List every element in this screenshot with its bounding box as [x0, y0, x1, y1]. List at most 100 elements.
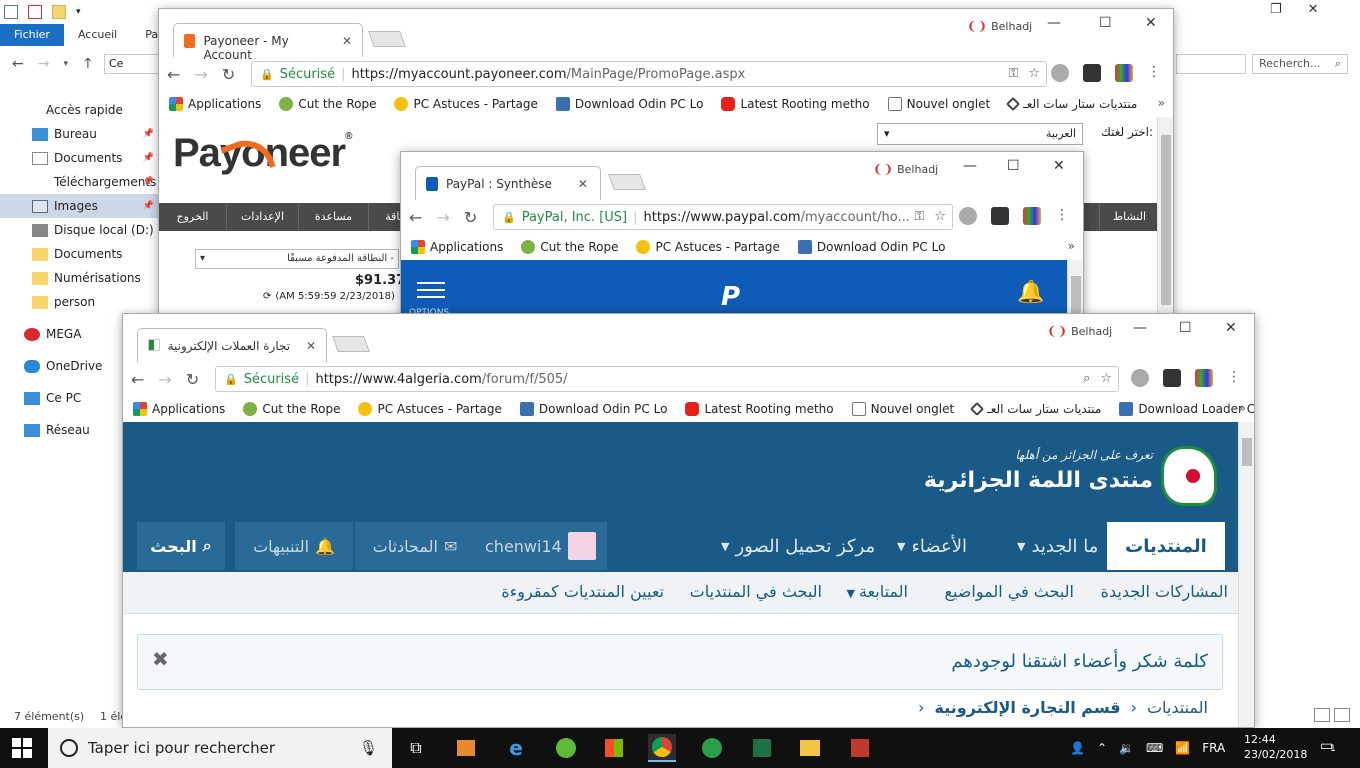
star-icon[interactable]: ☆: [1100, 371, 1112, 386]
paint-app-icon[interactable]: [846, 734, 874, 762]
bookmark-item[interactable]: PC Astuces - Partage: [636, 240, 780, 254]
tree-item[interactable]: Téléchargements 📌: [0, 170, 160, 194]
bookmark-item[interactable]: Applications: [133, 402, 225, 416]
key-icon[interactable]: ⚿: [914, 209, 924, 224]
up-icon[interactable]: ↑: [82, 56, 94, 72]
bookmark-item[interactable]: Latest Rooting metho: [685, 402, 834, 416]
tree-item[interactable]: Bureau 📌: [0, 122, 160, 146]
tree-item[interactable]: Documents 📌: [0, 146, 160, 170]
key-icon[interactable]: ⚿: [1008, 66, 1018, 81]
action-center-icon[interactable]: ▭ 1: [1320, 738, 1336, 754]
tree-item[interactable]: Numérisations: [0, 266, 160, 290]
minimize-icon[interactable]: —: [1133, 320, 1147, 336]
bookmark-item[interactable]: Nouvel onglet: [887, 97, 990, 111]
minimize-icon[interactable]: —: [1047, 15, 1061, 31]
keyboard-icon[interactable]: ⌨: [1146, 741, 1163, 755]
zoom-icon[interactable]: ⌕: [1083, 371, 1090, 386]
extension-screenshot-icon[interactable]: [991, 207, 1009, 225]
back-icon[interactable]: ←: [131, 370, 144, 389]
hamburger-menu-icon[interactable]: [417, 282, 445, 298]
tab-payoneer[interactable]: Payoneer - My Account ✕: [173, 23, 363, 62]
bookmark-item[interactable]: Download Odin PC Lo: [797, 240, 945, 254]
details-view-icon[interactable]: [1314, 708, 1330, 722]
menu-icon[interactable]: ⋮: [1147, 64, 1161, 82]
new-tab-button[interactable]: [368, 31, 406, 47]
task-view-icon[interactable]: ⧉: [402, 734, 430, 762]
extension-grid-icon[interactable]: [1195, 369, 1213, 387]
payoneer-menu-item[interactable]: الخروج: [159, 203, 227, 231]
bookmark-item[interactable]: منتديات ستار سات العـ: [1006, 96, 1137, 112]
star-icon[interactable]: ☆: [1028, 66, 1040, 81]
start-button[interactable]: [12, 738, 32, 758]
notice-text[interactable]: كلمة شكر وأعضاء اشتقنا لوجودهم: [951, 651, 1208, 672]
bookmark-item[interactable]: Cut the Rope: [521, 240, 618, 254]
nav-user-menu[interactable]: chenwi14: [475, 522, 607, 570]
address-dropdown[interactable]: [1176, 54, 1246, 74]
subnav-search-forums[interactable]: البحث في المنتديات: [690, 582, 822, 601]
show-hidden-icons-icon[interactable]: ⌃: [1097, 741, 1107, 755]
volume-icon[interactable]: 🔉: [1119, 741, 1134, 755]
extension-gem-icon[interactable]: [1131, 369, 1149, 387]
edge-app-icon[interactable]: e: [502, 734, 530, 762]
address-bar[interactable]: 🔒 Sécurisé | https://myaccount.payoneer.…: [251, 61, 1047, 87]
reload-icon[interactable]: ↻: [186, 370, 199, 389]
reload-icon[interactable]: ↻: [222, 65, 235, 84]
close-tab-icon[interactable]: ✕: [306, 339, 316, 362]
new-tab-button[interactable]: [332, 336, 370, 352]
customize-toolbar-icon[interactable]: ▾: [76, 7, 81, 17]
maximize-icon[interactable]: ☐: [1007, 158, 1020, 174]
bookmark-item[interactable]: Download Odin PC Lo: [519, 402, 667, 416]
star-icon[interactable]: ☆: [934, 209, 946, 224]
wifi-icon[interactable]: 📶: [1175, 741, 1190, 755]
profile-button[interactable]: ❨❩ Belhadj: [967, 19, 1032, 33]
maximize-icon[interactable]: ☐: [1099, 15, 1112, 31]
media-player-app-icon[interactable]: [452, 734, 480, 762]
large-icons-view-icon[interactable]: [1334, 708, 1350, 722]
payoneer-menu-item[interactable]: الإعدادات: [227, 203, 299, 231]
payoneer-menu-item[interactable]: مساعدة: [299, 203, 369, 231]
extension-gem-icon[interactable]: [1051, 64, 1069, 82]
file-explorer-app-icon[interactable]: [796, 734, 824, 762]
payoneer-scrollbar[interactable]: [1157, 117, 1173, 327]
dismiss-notice-icon[interactable]: ✖: [152, 647, 169, 671]
forward-icon[interactable]: →: [436, 208, 449, 227]
ribbon-tab-file[interactable]: Fichier: [0, 24, 64, 46]
tree-item[interactable]: Images 📌: [0, 194, 160, 218]
bookmark-item[interactable]: منتديات ستار سات العـ: [970, 401, 1101, 417]
clock[interactable]: 12:44 23/02/2018: [1244, 732, 1307, 762]
store-app-icon[interactable]: [600, 734, 628, 762]
close-icon[interactable]: ✕: [1053, 158, 1065, 174]
subnav-new-posts[interactable]: المشاركات الجديدة: [1101, 582, 1228, 601]
explorer-search-input[interactable]: Recherch... ⌕: [1252, 54, 1348, 74]
chrome-app-icon[interactable]: [648, 734, 676, 762]
profile-button[interactable]: ❨❩ Belhadj: [1047, 324, 1112, 338]
tree-item[interactable]: Documents: [0, 242, 160, 266]
explorer-address-bar[interactable]: Ce: [104, 54, 160, 74]
notifications-bell-icon[interactable]: 🔔: [1017, 280, 1044, 305]
card-select[interactable]: ▾ البطاقة المدفوعة مسبقًا -: [195, 249, 399, 269]
taskbar-search[interactable]: Taper ici pour rechercher 🎙: [48, 728, 392, 768]
tree-item[interactable]: Disque local (D:): [0, 218, 160, 242]
subnav-search-threads[interactable]: البحث في المواضيع: [944, 582, 1074, 601]
bookmark-item[interactable]: Cut the Rope: [243, 402, 340, 416]
nav-conversations[interactable]: المحادثات ✉: [355, 522, 475, 570]
close-icon[interactable]: ✕: [1225, 320, 1237, 336]
nav-search[interactable]: البحث ⌕: [137, 522, 225, 570]
extension-gem-icon[interactable]: [959, 207, 977, 225]
close-icon[interactable]: ✕: [1145, 15, 1157, 31]
payoneer-menu-item[interactable]: النشاط: [1099, 203, 1159, 231]
refresh-icon[interactable]: ⟳: [263, 291, 271, 302]
back-icon[interactable]: ←: [409, 208, 422, 227]
bookmark-item[interactable]: PC Astuces - Partage: [394, 97, 538, 111]
restore-icon[interactable]: ❐: [1270, 2, 1282, 17]
subnav-mark-read[interactable]: تعيين المنتديات كمقروءة: [501, 582, 664, 601]
utorrent-app-icon[interactable]: [552, 734, 580, 762]
minimize-icon[interactable]: —: [963, 158, 977, 174]
close-tab-icon[interactable]: ✕: [342, 34, 352, 57]
extension-grid-icon[interactable]: [1023, 207, 1041, 225]
bookmark-item[interactable]: Latest Rooting metho: [721, 97, 870, 111]
properties-icon[interactable]: [28, 5, 42, 19]
maximize-icon[interactable]: ☐: [1179, 320, 1192, 336]
nav-forums[interactable]: المنتديات: [1107, 522, 1225, 570]
network-globe-app-icon[interactable]: [698, 734, 726, 762]
